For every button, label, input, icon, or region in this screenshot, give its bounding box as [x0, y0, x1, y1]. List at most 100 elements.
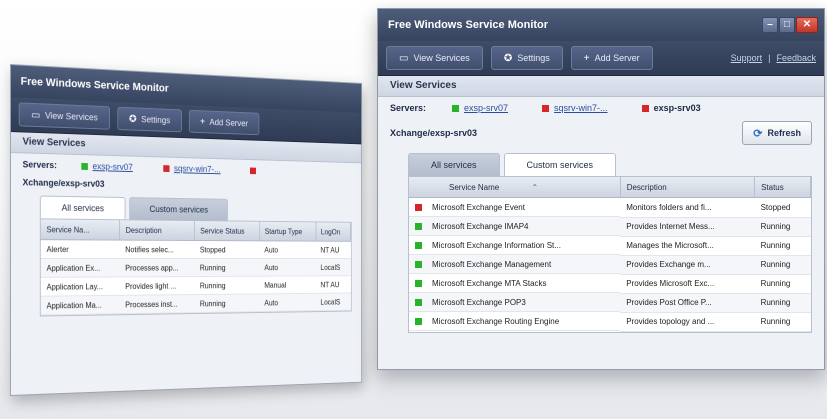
table-row[interactable]: Microsoft Exchange Event Monitors folder…	[409, 198, 811, 218]
sort-arrow-icon: ⌃	[531, 183, 538, 192]
back-settings-label: Settings	[141, 114, 170, 125]
back-col-startup-type[interactable]: Startup Type	[259, 222, 315, 241]
cell: Processes app...	[120, 259, 195, 277]
refresh-button[interactable]: ⟳ Refresh	[742, 121, 812, 145]
table-row[interactable]: Application Ex... Processes app... Runni…	[41, 259, 351, 278]
cell: Running	[195, 294, 260, 313]
close-icon[interactable]: ✕	[796, 17, 818, 33]
refresh-label: Refresh	[767, 128, 801, 138]
gear-icon: ✪	[504, 53, 512, 64]
settings-button[interactable]: ✪ Settings	[491, 46, 563, 70]
cell: Auto	[259, 259, 315, 277]
back-tab-custom-services[interactable]: Custom services	[129, 197, 228, 220]
status-green-icon	[415, 280, 422, 287]
status-red-icon	[642, 105, 649, 112]
table-row[interactable]: Microsoft Exchange MTA Stacks Provides M…	[409, 274, 811, 293]
back-col-logon[interactable]: LogOn	[316, 222, 351, 241]
minimize-icon[interactable]: –	[762, 17, 778, 33]
service-name: Microsoft Exchange Management	[432, 260, 551, 269]
col-service-name[interactable]: Service Name ⌃	[409, 177, 620, 198]
window-reflection	[377, 370, 823, 410]
service-name: Microsoft Exchange Event	[432, 203, 525, 212]
status-green-icon	[415, 299, 422, 306]
services-grid: Service Name ⌃ Description Status Micros…	[408, 176, 812, 333]
col-description[interactable]: Description	[620, 177, 754, 198]
link-separator: |	[768, 53, 770, 63]
back-settings-button[interactable]: ✪ Settings	[117, 107, 181, 133]
service-description: Manages the Microsoft...	[620, 236, 754, 255]
table-row[interactable]: Microsoft Exchange Information St... Man…	[409, 236, 811, 255]
service-name: Microsoft Exchange MTA Stacks	[432, 279, 547, 288]
back-server-item[interactable]: sqsrv-win7-...	[163, 163, 220, 174]
server-item[interactable]: sqsrv-win7-...	[542, 103, 608, 113]
list-icon: ▭	[399, 53, 408, 64]
service-status: Running	[755, 217, 811, 236]
service-status: Stopped	[755, 198, 811, 218]
back-tab-all-services[interactable]: All services	[40, 196, 125, 220]
back-window-title: Free Windows Service Monitor	[21, 76, 169, 95]
settings-label: Settings	[517, 53, 550, 63]
table-row[interactable]: Microsoft Exchange IMAP4 Provides Intern…	[409, 217, 811, 236]
tab-custom-services[interactable]: Custom services	[504, 153, 617, 176]
service-status: Running	[755, 274, 811, 293]
service-name-cell: Microsoft Exchange Information St...	[409, 236, 620, 255]
service-description: Provides Post Office P...	[620, 293, 754, 312]
back-add-server-label: Add Server	[209, 117, 248, 128]
plus-icon: +	[200, 116, 205, 127]
service-status: Running	[755, 255, 811, 274]
cell: Auto	[259, 293, 315, 311]
back-col-description[interactable]: Description	[120, 220, 195, 240]
service-description: Provides Microsoft Exc...	[620, 274, 754, 293]
back-server-link[interactable]: sqsrv-win7-...	[174, 164, 221, 175]
service-description: Provides Internet Mess...	[620, 217, 754, 236]
servers-row: Servers: exsp-srv07 sqsrv-win7-... exsp-…	[378, 97, 824, 119]
server-link-active[interactable]: exsp-srv03	[654, 103, 701, 113]
service-name: Microsoft Exchange POP3	[432, 298, 526, 307]
cell: Auto	[259, 241, 315, 259]
feedback-link[interactable]: Feedback	[776, 53, 816, 63]
front-toolbar: ▭ View Services ✪ Settings + Add Server …	[378, 41, 824, 76]
table-row[interactable]: Microsoft Exchange Management Provides E…	[409, 255, 811, 274]
server-link[interactable]: exsp-srv07	[464, 103, 508, 113]
table-row[interactable]: Microsoft Exchange POP3 Provides Post Of…	[409, 293, 811, 312]
gear-icon: ✪	[129, 113, 137, 124]
server-link[interactable]: sqsrv-win7-...	[554, 103, 608, 113]
view-services-button[interactable]: ▭ View Services	[386, 46, 483, 70]
table-row[interactable]: Microsoft Exchange Routing Engine Provid…	[409, 312, 811, 331]
support-link[interactable]: Support	[731, 53, 763, 63]
back-servers-label: Servers:	[23, 159, 57, 170]
status-red-icon	[415, 204, 422, 211]
service-name-cell: Microsoft Exchange IMAP4	[409, 217, 620, 236]
front-app-window: Free Windows Service Monitor – □ ✕ ▭ Vie…	[377, 8, 825, 370]
back-add-server-button[interactable]: + Add Server	[189, 110, 259, 135]
cell: Provides light ...	[120, 277, 195, 296]
service-name: Microsoft Exchange IMAP4	[432, 222, 528, 231]
table-row[interactable]: Application Ma... Processes inst... Runn…	[41, 293, 351, 315]
server-item[interactable]: exsp-srv03	[642, 103, 701, 113]
service-description: Provides topology and ...	[620, 312, 754, 331]
service-status: Running	[755, 293, 811, 312]
add-server-button[interactable]: + Add Server	[571, 46, 653, 70]
back-col-service-name[interactable]: Service Na...	[41, 219, 120, 240]
cell: Application Ma...	[41, 295, 120, 315]
tab-all-services[interactable]: All services	[408, 153, 500, 176]
col-status[interactable]: Status	[755, 177, 811, 198]
server-path: Xchange/exsp-srv03	[390, 128, 477, 138]
back-services-grid: Service Na... Description Service Status…	[40, 218, 352, 316]
back-view-services-button[interactable]: ▭ View Services	[19, 102, 110, 129]
back-col-service-status[interactable]: Service Status	[195, 221, 260, 241]
front-window-titlebar[interactable]: Free Windows Service Monitor – □ ✕	[378, 9, 824, 41]
window-controls: – □ ✕	[762, 17, 818, 33]
service-name-cell: Microsoft Exchange POP3	[409, 293, 620, 312]
back-grid-header: Service Na... Description Service Status…	[41, 219, 351, 241]
server-item[interactable]: exsp-srv07	[452, 103, 508, 113]
back-server-link[interactable]: exsp-srv07	[93, 161, 133, 172]
table-row[interactable]: Alerter Notifies selec... Stopped Auto N…	[41, 240, 351, 259]
cell: Stopped	[195, 240, 260, 258]
back-server-item[interactable]: exsp-srv07	[81, 161, 132, 172]
status-green-icon	[81, 162, 88, 169]
maximize-icon[interactable]: □	[779, 17, 795, 33]
cell: Notifies selec...	[120, 240, 195, 258]
back-server-item[interactable]	[250, 167, 256, 174]
refresh-icon: ⟳	[753, 127, 762, 140]
